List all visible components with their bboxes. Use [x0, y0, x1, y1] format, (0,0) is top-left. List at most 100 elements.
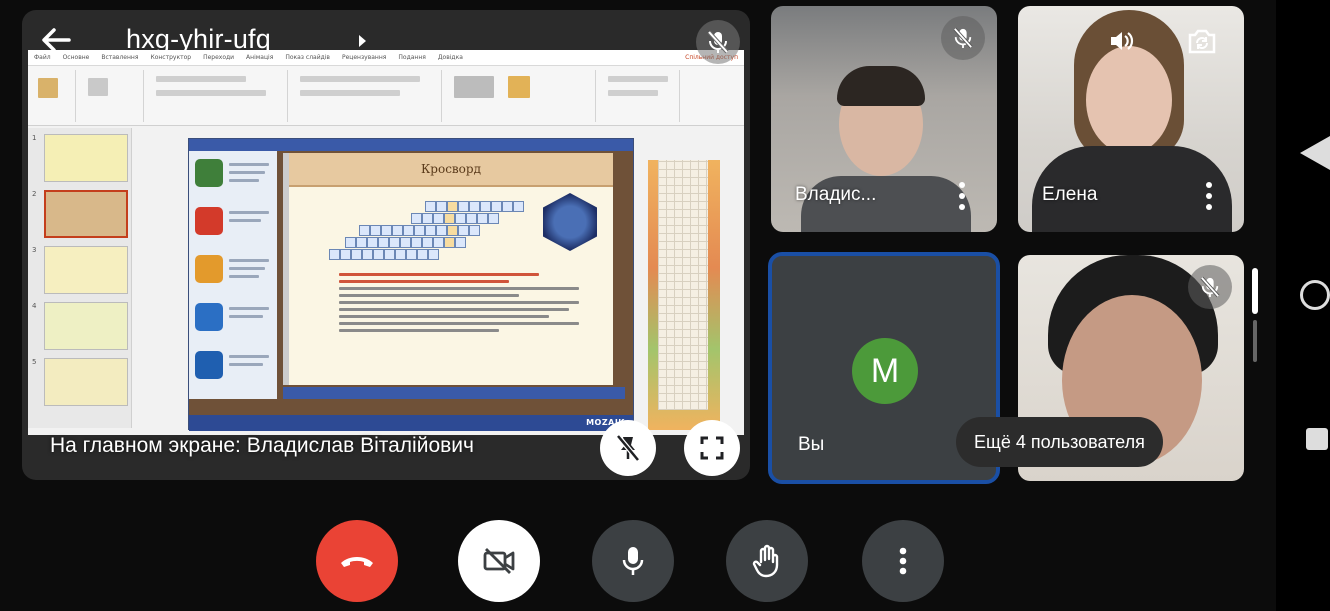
crossword-cell: [436, 225, 447, 236]
presenter-caption: На главном экране: Владислав Віталійович: [50, 434, 474, 457]
crossword-cell: [392, 225, 403, 236]
fullscreen-button[interactable]: [684, 420, 740, 476]
crossword-cell: [436, 201, 447, 212]
mic-icon: [622, 547, 644, 575]
crossword-cell: [488, 213, 499, 224]
leave-call-button[interactable]: [316, 520, 398, 602]
more-vert-icon: [899, 547, 907, 575]
mic-off-icon: [707, 30, 729, 54]
nav-back-icon[interactable]: [1300, 136, 1330, 170]
mozaik-window: Кросворд MOZAIK: [188, 138, 634, 431]
slide-grid: [658, 160, 708, 410]
crossword-cell: [351, 249, 362, 260]
crossword-cell: [458, 225, 469, 236]
mic-off-icon: [1200, 276, 1220, 298]
tile-more-button[interactable]: [1206, 182, 1212, 210]
participant-video: [1086, 46, 1172, 154]
crossword-cell: [477, 213, 488, 224]
more-users-pill[interactable]: Ещё 4 пользователя: [956, 417, 1163, 467]
shared-screen-stage[interactable]: Файл Основне Вставлення Конструктор Переходи…: [22, 10, 750, 480]
stage-mic-off-indicator: [696, 20, 740, 64]
hang-up-icon: [341, 557, 373, 567]
camera-toggle-button[interactable]: [458, 520, 540, 602]
crossword-cell: [513, 201, 524, 212]
tiles-scrollbar-thumb[interactable]: [1252, 268, 1258, 314]
crossword-cell: [400, 237, 411, 248]
participant-tile-elena[interactable]: Елена: [1018, 6, 1244, 232]
crossword-cell: [466, 213, 477, 224]
crossword-cell: [329, 249, 340, 260]
meeting-code[interactable]: hxg-yhir-ufq: [126, 24, 271, 55]
raise-hand-button[interactable]: [726, 520, 808, 602]
crossword-cell: [395, 249, 406, 260]
crossword-cell: [447, 225, 458, 236]
crossword-cell: [447, 201, 458, 212]
tiles-scrollbar-track: [1253, 320, 1257, 362]
fullscreen-icon: [700, 436, 724, 460]
crossword-cell: [469, 225, 480, 236]
crossword-cell: [428, 249, 439, 260]
mic-off-icon: [953, 27, 973, 49]
shared-presentation: Файл Основне Вставлення Конструктор Переходи…: [28, 50, 744, 435]
crossword-cell: [422, 237, 433, 248]
slide-thumbnails: 1 2 3 4 5: [28, 128, 132, 428]
crossword-header: Кросворд: [289, 153, 613, 187]
crossword-title: Кросворд: [421, 162, 481, 176]
crossword-cell: [425, 225, 436, 236]
back-button[interactable]: [38, 22, 74, 58]
more-options-button[interactable]: [862, 520, 944, 602]
crossword-cell: [345, 237, 356, 248]
crossword-cell: [362, 249, 373, 260]
crossword-notebook: Кросворд: [283, 153, 613, 385]
crossword-cell: [414, 225, 425, 236]
chevron-right-icon[interactable]: [358, 34, 368, 48]
crossword-cell: [381, 225, 392, 236]
hand-icon: [752, 544, 779, 578]
crossword-cell: [455, 213, 466, 224]
crossword-cell: [425, 201, 436, 212]
crossword-cell: [356, 237, 367, 248]
speaker-icon: [1108, 28, 1134, 59]
crossword-cell: [444, 213, 455, 224]
crossword-cell: [458, 201, 469, 212]
tile-more-button[interactable]: [959, 182, 965, 210]
crossword-cell: [433, 237, 444, 248]
crossword-cell: [444, 237, 455, 248]
participant-hair: [837, 66, 925, 106]
crossword-cell: [491, 201, 502, 212]
crossword-cell: [378, 237, 389, 248]
crossword-cell: [367, 237, 378, 248]
mozaik-toolbar: MOZAIK: [189, 415, 633, 431]
arrow-left-icon: [42, 28, 71, 52]
participant-name: Владис...: [795, 184, 877, 205]
tile-mic-off-indicator: [941, 16, 985, 60]
nav-recents-icon[interactable]: [1306, 428, 1328, 450]
crossword-cell: [469, 201, 480, 212]
nav-home-icon[interactable]: [1300, 280, 1330, 310]
mozaik-pager: [283, 387, 625, 399]
crossword-cell: [411, 213, 422, 224]
microphone-button[interactable]: [592, 520, 674, 602]
crossword-cell: [480, 201, 491, 212]
participant-name: Вы: [798, 434, 825, 455]
participant-name: Елена: [1042, 184, 1098, 205]
crossword-cell: [373, 249, 384, 260]
crossword-cell: [384, 249, 395, 260]
tile-mic-off-indicator: [1188, 265, 1232, 309]
mozaik-tool-list: [189, 151, 277, 399]
crossword-cell: [411, 237, 422, 248]
crossword-cell: [370, 225, 381, 236]
crossword-cell: [340, 249, 351, 260]
switch-camera-button[interactable]: [1186, 26, 1218, 61]
participant-tile-vladyslav[interactable]: Владис...: [771, 6, 997, 232]
switch-camera-icon: [1188, 29, 1216, 54]
crossword-cell: [359, 225, 370, 236]
crossword-cell: [389, 237, 400, 248]
crossword-cell: [417, 249, 428, 260]
crossword-cell: [455, 237, 466, 248]
unpin-button[interactable]: [600, 420, 656, 476]
mozaik-titlebar: [189, 139, 633, 151]
crossword-clues: [339, 273, 589, 336]
self-avatar: M: [852, 338, 918, 404]
crossword-cell: [406, 249, 417, 260]
